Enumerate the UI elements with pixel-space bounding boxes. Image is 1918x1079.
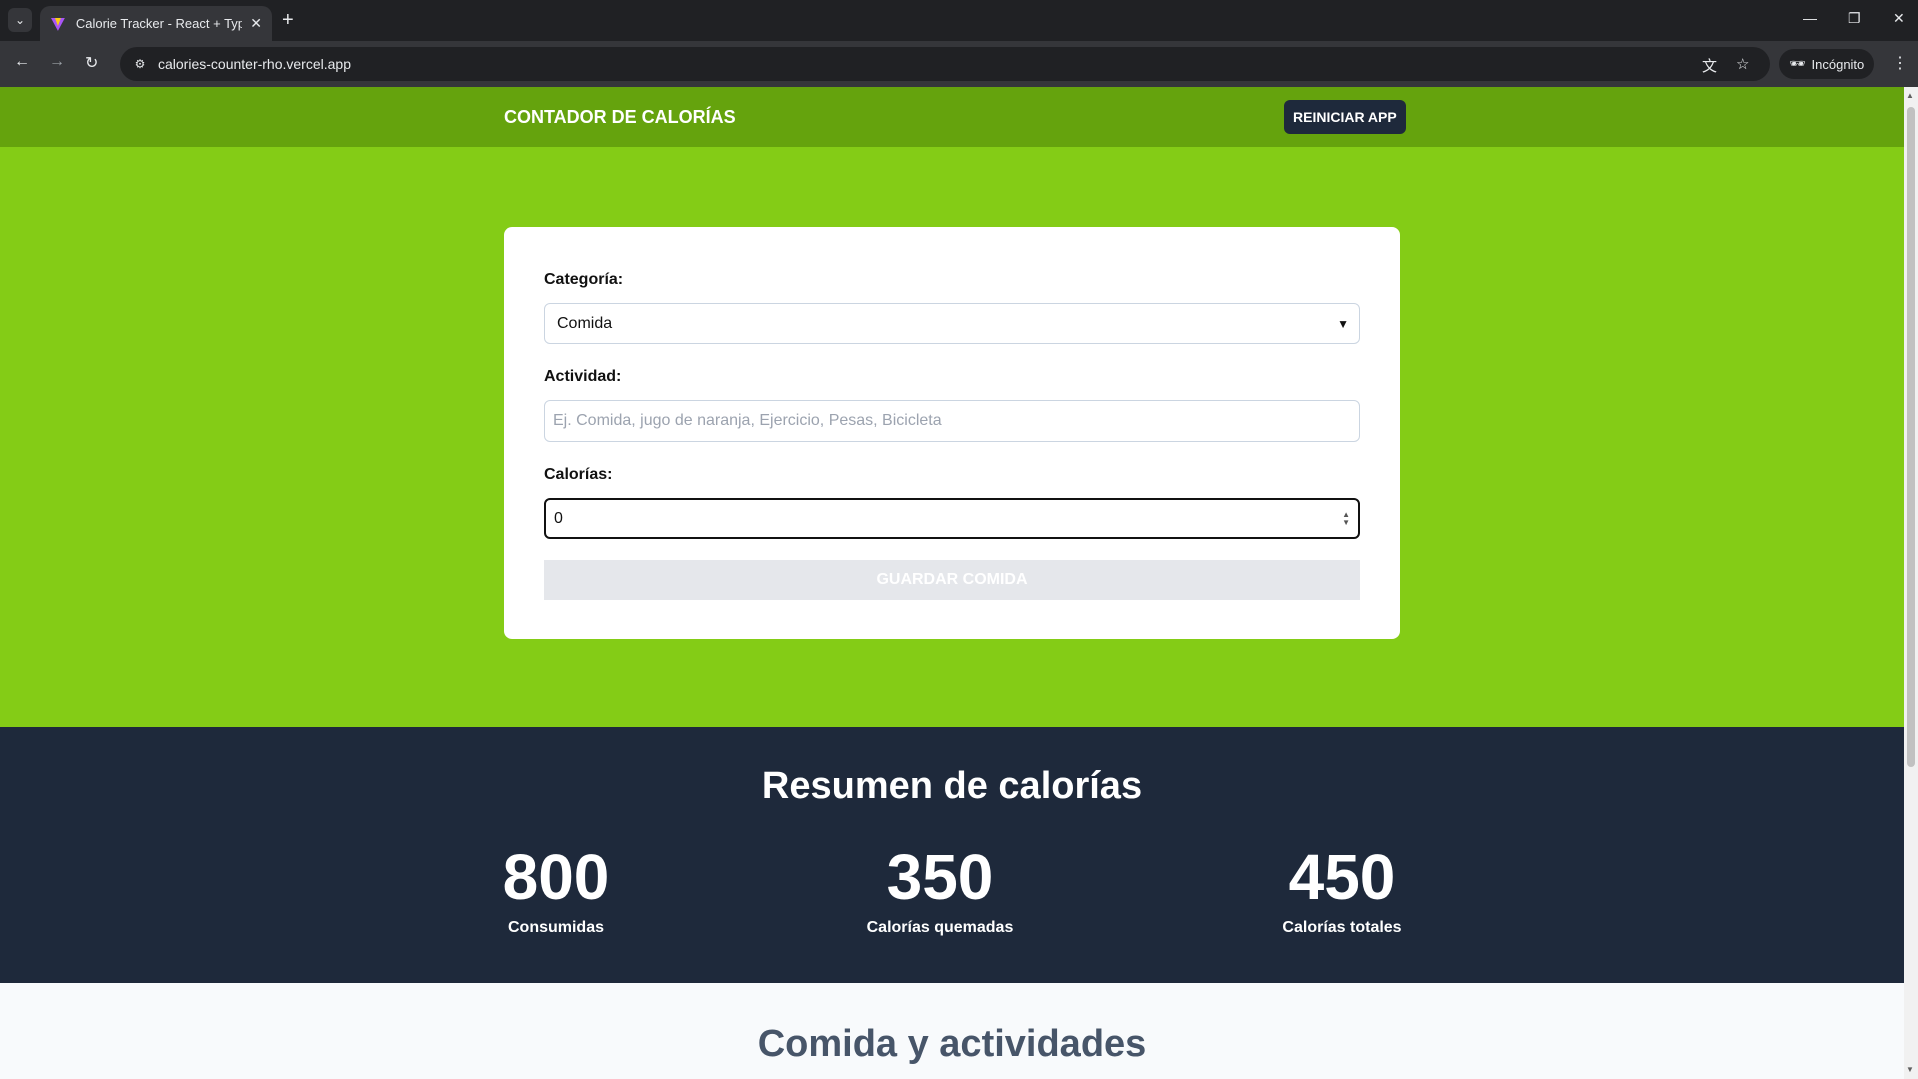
page-scrollbar[interactable]: ▲ ▼	[1904, 87, 1918, 1079]
site-info-icon[interactable]: ⚙	[130, 54, 150, 74]
browser-tab-bar: ⌄ Calorie Tracker - React + TypeScript ✕…	[0, 0, 1918, 41]
calories-input[interactable]: 0 ▲ ▼	[544, 498, 1360, 539]
vite-favicon-icon	[50, 17, 65, 31]
incognito-indicator[interactable]: 🕶 Incógnito	[1779, 49, 1875, 79]
incognito-label: Incógnito	[1811, 56, 1865, 72]
page-title: CONTADOR DE CALORÍAS	[504, 107, 736, 127]
back-icon[interactable]: ←	[14, 53, 30, 71]
stat-label: Calorías totales	[1282, 919, 1402, 936]
tab-close-icon[interactable]: ✕	[250, 15, 262, 32]
new-tab-icon[interactable]: +	[282, 9, 294, 31]
tab-title: Calorie Tracker - React + TypeScript	[75, 16, 243, 31]
category-label: Categoría:	[544, 271, 624, 288]
save-button[interactable]: GUARDAR COMIDA	[544, 560, 1360, 600]
category-value: Comida	[557, 314, 613, 332]
number-spinner-icon[interactable]: ▲ ▼	[1342, 510, 1350, 527]
summary-title: Resumen de calorías	[761, 765, 1143, 807]
activities-title: Comida y actividades	[757, 1023, 1147, 1065]
reload-icon[interactable]: ↻	[85, 53, 98, 73]
calories-value: 0	[554, 509, 563, 527]
stat-label: Calorías quemadas	[866, 919, 1014, 936]
reset-app-button[interactable]: REINICIAR APP	[1284, 100, 1406, 134]
close-window-icon[interactable]: ✕	[1893, 10, 1905, 27]
app-header: CONTADOR DE CALORÍAS REINICIAR APP	[0, 87, 1904, 147]
stat-label: Consumidas	[507, 919, 604, 936]
bookmark-star-icon[interactable]: ☆	[1736, 55, 1749, 73]
incognito-icon: 🕶	[1789, 56, 1806, 71]
browser-toolbar: ← → ↻ ⚙ calories-counter-rho.vercel.app …	[0, 41, 1918, 87]
forward-icon[interactable]: →	[49, 53, 65, 71]
stat-burned: 350 Calorías quemadas	[860, 841, 1020, 937]
scroll-up-icon[interactable]: ▲	[1906, 91, 1914, 100]
url-text: calories-counter-rho.vercel.app	[158, 56, 351, 72]
scroll-thumb[interactable]	[1907, 107, 1915, 767]
scroll-down-icon[interactable]: ▼	[1906, 1065, 1914, 1074]
page-viewport: CONTADOR DE CALORÍAS REINICIAR APP Categ…	[0, 87, 1904, 1079]
category-select[interactable]: Comida ▼	[544, 303, 1360, 344]
calorie-summary: Resumen de calorías 800 Consumidas 350 C…	[0, 727, 1904, 983]
chevron-down-icon: ▼	[1337, 316, 1349, 331]
form-section: Categoría: Comida ▼ Actividad: Ej. Comid…	[0, 147, 1904, 727]
stat-value: 450	[1288, 841, 1396, 913]
restore-icon[interactable]: ❐	[1848, 10, 1861, 27]
activity-placeholder: Ej. Comida, jugo de naranja, Ejercicio, …	[553, 412, 942, 429]
address-bar[interactable]: ⚙ calories-counter-rho.vercel.app 文 ☆	[120, 47, 1770, 81]
menu-dots-icon[interactable]: ⋮	[1892, 53, 1908, 73]
translate-icon[interactable]: 文	[1702, 55, 1717, 76]
minimize-icon[interactable]: —	[1803, 10, 1817, 26]
activity-input[interactable]: Ej. Comida, jugo de naranja, Ejercicio, …	[544, 400, 1360, 442]
browser-tab[interactable]: Calorie Tracker - React + TypeScript ✕	[40, 6, 272, 41]
activity-label: Actividad:	[544, 368, 622, 385]
stat-consumed: 800 Consumidas	[496, 841, 616, 937]
stat-total: 450 Calorías totales	[1262, 841, 1422, 937]
activity-form: Categoría: Comida ▼ Actividad: Ej. Comid…	[504, 227, 1400, 639]
stat-value: 350	[886, 841, 994, 913]
activities-section: Comida y actividades	[0, 983, 1904, 1079]
calories-label: Calorías:	[544, 466, 613, 483]
stat-value: 800	[502, 841, 610, 913]
tab-search-icon[interactable]: ⌄	[8, 8, 32, 32]
